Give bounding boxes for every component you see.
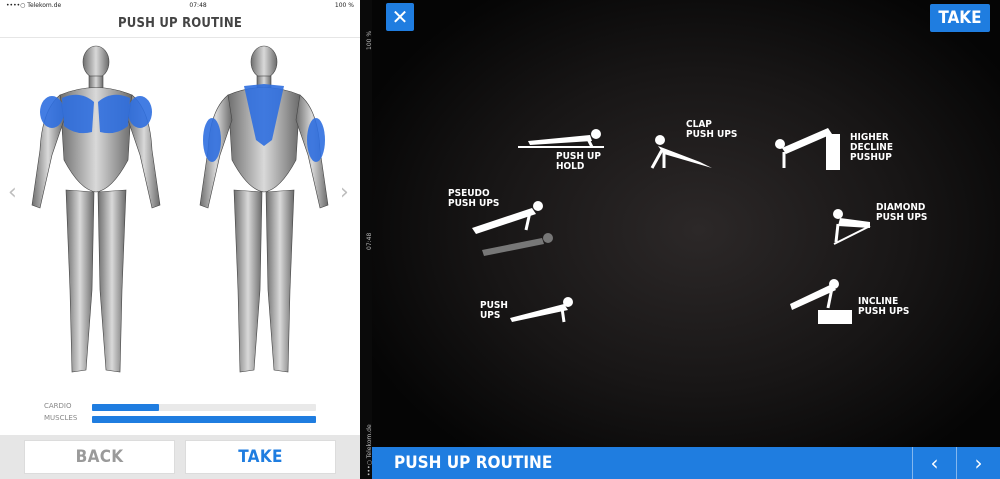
page-title: PUSH UP ROUTINE [0, 10, 360, 38]
take-button[interactable]: TAKE [185, 440, 336, 474]
close-icon: ✕ [391, 5, 409, 29]
cardio-bar-track [92, 404, 316, 411]
front-body-figure [31, 45, 161, 373]
carrier-text: ••••○ Telekom.de [6, 1, 62, 9]
stats-bars: CARDIO MUSCLES [0, 400, 360, 424]
exercise-label-push-ups[interactable]: PUSH UPS [480, 301, 508, 321]
left-footer: BACK TAKE [0, 435, 360, 479]
diamond-push-ups-figure[interactable] [826, 206, 876, 250]
exercise-label-push-up-hold[interactable]: PUSH UP HOLD [556, 152, 601, 172]
muscle-diagram [31, 45, 329, 373]
battery-text: 100 % [334, 1, 354, 9]
left-panel: ••••○ Telekom.de 07:48 100 % PUSH UP ROU… [0, 0, 360, 479]
cardio-bar-row: CARDIO [0, 400, 360, 412]
clap-push-ups-figure[interactable] [650, 132, 720, 172]
exercise-label-diamond-push-ups[interactable]: DIAMOND PUSH UPS [876, 203, 927, 223]
next-button[interactable]: › [956, 447, 1000, 479]
status-bar: ••••○ Telekom.de 07:48 100 % [0, 0, 360, 10]
close-button[interactable]: ✕ [386, 3, 414, 31]
muscles-bar-row: MUSCLES [0, 412, 360, 424]
incline-push-ups-figure[interactable] [788, 278, 854, 326]
chevron-right-icon[interactable]: › [340, 180, 349, 205]
cardio-label: CARDIO [44, 402, 72, 410]
muscles-bar-fill [92, 416, 316, 423]
chevron-right-icon: › [974, 451, 983, 475]
push-up-hold-figure[interactable] [518, 127, 608, 149]
pseudo-push-ups-figure[interactable] [468, 198, 558, 260]
right-panel: ✕ TAKE PUSH UP HOLD CLAP PUSH UPS HIGHER… [372, 0, 1000, 479]
exercise-label-higher-decline-pushup[interactable]: HIGHER DECLINE PUSHUP [850, 133, 893, 163]
take-top-button[interactable]: TAKE [930, 4, 990, 32]
prev-button[interactable]: ‹ [912, 447, 956, 479]
exercise-label-incline-push-ups[interactable]: INCLINE PUSH UPS [858, 297, 909, 317]
rotated-status-strip: 100 % 07:48 •••○ Telekom.de [360, 0, 373, 479]
push-ups-figure[interactable] [506, 294, 578, 324]
right-footer: PUSH UP ROUTINE ‹ › [372, 447, 1000, 479]
footer-title: PUSH UP ROUTINE [394, 453, 553, 473]
muscles-label: MUSCLES [44, 414, 78, 422]
time-text: 07:48 [189, 1, 207, 9]
higher-decline-pushup-figure[interactable] [770, 124, 848, 172]
muscles-bar-track [92, 416, 316, 423]
chevron-left-icon: ‹ [930, 451, 939, 475]
cardio-bar-fill [92, 404, 160, 411]
chevron-left-icon[interactable]: ‹ [8, 180, 17, 205]
back-button[interactable]: BACK [24, 440, 175, 474]
